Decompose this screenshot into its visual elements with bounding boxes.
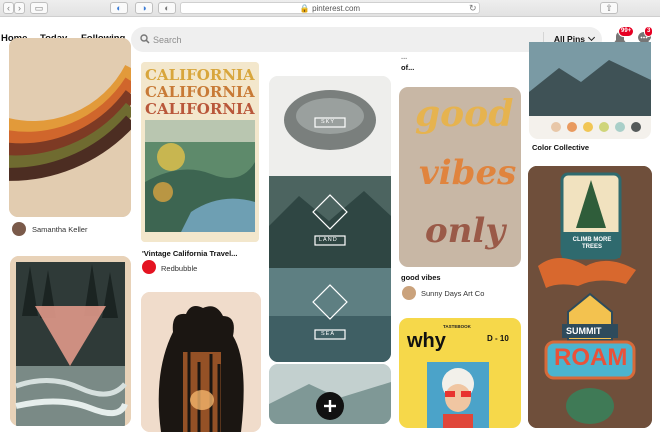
pin-title-cutoff-line-2[interactable]: of... [401, 63, 414, 72]
search-input[interactable] [153, 32, 533, 47]
sea-label: SEA [321, 331, 336, 337]
pin-user-name[interactable]: Redbubble [161, 264, 197, 273]
california-line-3: CALIFORNIA [145, 100, 255, 118]
retro-stripes-art [9, 38, 131, 217]
pin-sky-land-sea-image[interactable]: SKY LAND SEA [269, 76, 391, 362]
pin-good-vibes-image[interactable]: good vibes only [399, 87, 521, 267]
swatch [599, 122, 609, 132]
pin-magazine-image[interactable]: TASTEBOOK why D - 10 [399, 318, 521, 428]
swatch [567, 122, 577, 132]
swatch [551, 122, 561, 132]
swatch [631, 122, 641, 132]
good-vibes-word-1: good [415, 93, 514, 135]
share-button[interactable]: ⇧ [600, 2, 618, 14]
good-vibes-word-2: vibes [419, 153, 517, 193]
patch-climb-text: CLIMB MORE TREES [572, 237, 612, 250]
magazine-portrait [427, 362, 489, 428]
address-text: pinterest.com [312, 4, 361, 13]
pin-forest-river-image[interactable] [10, 256, 131, 426]
back-button[interactable]: ‹ [3, 2, 14, 14]
extension-icon-3[interactable]: ◐ [158, 2, 176, 14]
lock-icon: 🔒 [299, 4, 310, 13]
forest-river-art [10, 256, 131, 426]
messages-badge: 3 [644, 26, 654, 37]
land-label: LAND [319, 237, 338, 243]
search-icon [140, 34, 150, 44]
pin-bear-forest-image[interactable] [141, 292, 261, 432]
pin-user-name[interactable]: Sunny Days Art Co [421, 289, 484, 298]
browser-toolbar: ‹ › ▭ ◐ ◑ ◐ 🔒 pinterest.com ↻ ⇧ [0, 0, 660, 17]
swatch [615, 122, 625, 132]
california-line-1: CALIFORNIA [145, 66, 255, 84]
redbubble-avatar[interactable] [142, 260, 156, 274]
notifications-badge: 99+ [618, 26, 635, 37]
pin-vintage-california-image[interactable]: CALIFORNIA CALIFORNIA CALIFORNIA [141, 62, 259, 242]
pin-retro-stripes-image[interactable] [9, 38, 131, 217]
patch-summit-text: SUMMIT [566, 326, 602, 336]
swatch [583, 122, 593, 132]
sky-label: SKY [321, 119, 336, 125]
forward-button[interactable]: › [14, 2, 25, 14]
extension-icon-2[interactable]: ◑ [135, 2, 153, 14]
pin-user-name[interactable]: Samantha Keller [32, 225, 87, 234]
pin-title[interactable]: 'Vintage California Travel... [142, 249, 237, 258]
reload-icon[interactable]: ↻ [469, 3, 477, 14]
good-vibes-word-3: only [425, 211, 506, 251]
avatar[interactable] [402, 286, 416, 300]
bear-silhouette-art [141, 292, 261, 432]
pin-title-cutoff[interactable]: ... [401, 52, 407, 61]
pin-title[interactable]: good vibes [401, 273, 441, 282]
patch-roam-text: ROAM [554, 344, 628, 371]
pin-patches-image[interactable]: CLIMB MORE TREES SUMMIT ROAM [528, 166, 652, 428]
california-line-2: CALIFORNIA [145, 83, 255, 101]
chevron-down-icon [587, 33, 596, 42]
sidebar-toggle-button[interactable]: ▭ [30, 2, 48, 14]
add-pin-button[interactable] [316, 392, 344, 420]
pin-color-collective-image[interactable] [529, 42, 651, 139]
extension-icon-1[interactable]: ◐ [110, 2, 128, 14]
plus-icon [324, 400, 336, 412]
avatar[interactable] [12, 222, 26, 236]
patches-art [528, 166, 652, 428]
pin-title[interactable]: Color Collective [532, 143, 589, 152]
address-bar[interactable]: 🔒 pinterest.com [180, 2, 480, 14]
